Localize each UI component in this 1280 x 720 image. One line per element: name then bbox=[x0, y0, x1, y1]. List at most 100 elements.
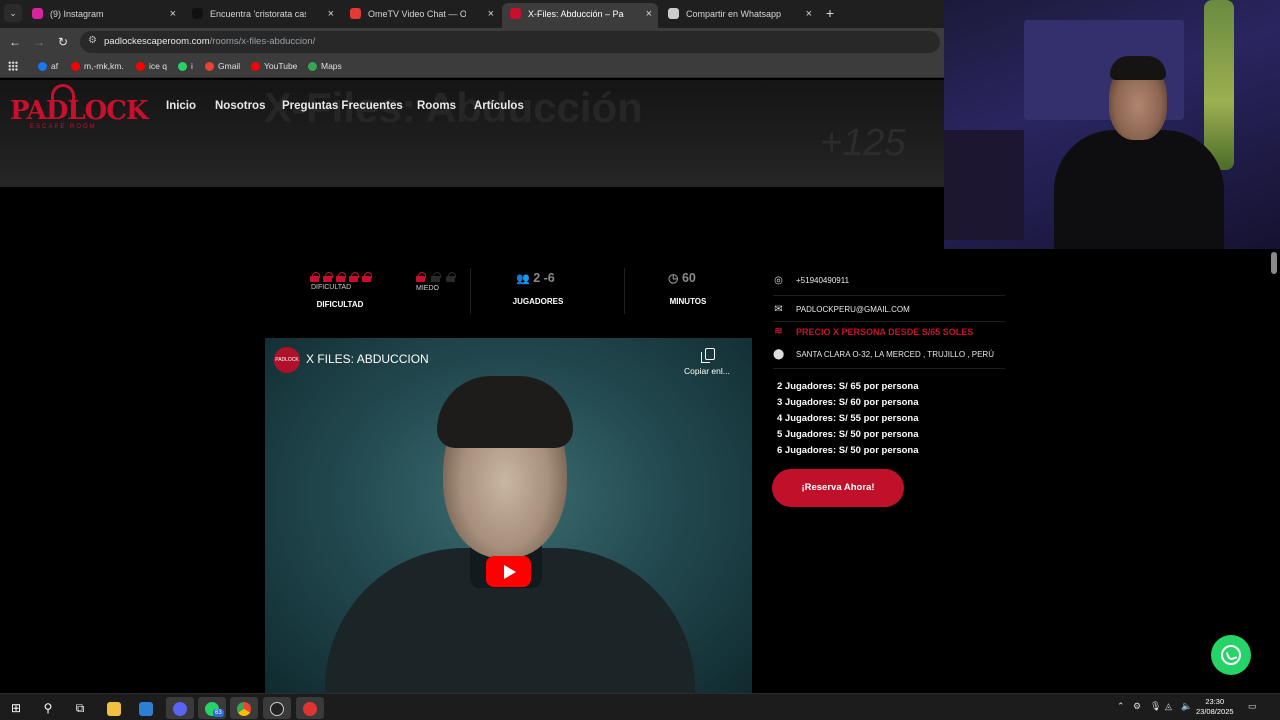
start-button[interactable]: ⊞ bbox=[2, 697, 30, 719]
location-pin-icon: ⬤ bbox=[773, 349, 785, 360]
task-view-icon[interactable]: ⧉ bbox=[66, 697, 94, 719]
video-player[interactable]: PADLOCK X FILES: ABDUCCION Copiar enl... bbox=[265, 338, 752, 693]
reserve-button[interactable]: ¡Reserva Ahora! bbox=[772, 469, 904, 507]
search-icon[interactable]: ⚲ bbox=[34, 697, 62, 719]
browser-tab[interactable]: X-Files: Abducción – Padlock Es × bbox=[502, 3, 658, 28]
browser-tab[interactable]: OmeTV Video Chat — Omegle × bbox=[342, 3, 500, 28]
bookmark-item[interactable]: ice q bbox=[136, 61, 167, 71]
tab-close-icon[interactable]: × bbox=[488, 3, 494, 25]
price-list: 2 Jugadores: S/ 65 por persona 3 Jugadore… bbox=[777, 379, 919, 459]
copy-link-icon[interactable] bbox=[701, 348, 715, 363]
tab-search-button[interactable]: ⌄ bbox=[4, 4, 22, 22]
address-bar[interactable]: ⚙ padlockescaperoom.com/rooms/x-files-ab… bbox=[80, 31, 940, 53]
fear-label: MIEDO bbox=[416, 285, 439, 292]
system-clock[interactable]: 23:30 23/08/2025 bbox=[1196, 697, 1234, 717]
scrollbar-thumb[interactable] bbox=[1271, 252, 1277, 274]
bookmark-item[interactable]: Maps bbox=[308, 61, 342, 71]
play-button[interactable] bbox=[486, 556, 531, 587]
phone-row[interactable]: ◎ +51940490911 bbox=[773, 275, 849, 286]
whatsapp-icon: ◎ bbox=[774, 275, 783, 286]
nav-link[interactable]: Nosotros bbox=[215, 100, 265, 112]
microphone-icon[interactable]: 🎙 bbox=[1150, 701, 1161, 712]
tab-title: OmeTV Video Chat — Omegle bbox=[368, 9, 466, 19]
url-text[interactable]: padlockescaperoom.com/rooms/x-files-abdu… bbox=[104, 36, 315, 47]
whatsapp-taskbar-icon[interactable]: 63 bbox=[198, 697, 226, 719]
chrome-icon[interactable] bbox=[230, 697, 258, 719]
price-item: 6 Jugadores: S/ 50 por persona bbox=[777, 445, 919, 456]
separator bbox=[773, 295, 1005, 296]
video-frame-hair bbox=[437, 376, 573, 448]
minutes-value: ◷ 60 bbox=[668, 271, 696, 285]
tab-close-icon[interactable]: × bbox=[170, 3, 176, 25]
bookmark-item[interactable]: af bbox=[38, 61, 58, 71]
lock-icon bbox=[431, 272, 441, 282]
volume-icon[interactable]: 🔈 bbox=[1181, 701, 1192, 712]
tab-title: X-Files: Abducción – Padlock Es bbox=[528, 9, 624, 19]
bookmark-item[interactable]: m,-mk,km. bbox=[71, 61, 124, 71]
hero-number: +125 bbox=[820, 122, 906, 164]
screen: ⌄ (9) Instagram × Encuentra 'cristorata ca… bbox=[0, 0, 1280, 720]
browser-tab[interactable]: Compartir en Whatsapp × bbox=[660, 3, 818, 28]
separator bbox=[773, 368, 1005, 369]
video-title[interactable]: X FILES: ABDUCCION bbox=[306, 352, 429, 366]
notifications-icon[interactable]: ▭ bbox=[1248, 701, 1257, 712]
lock-icon bbox=[416, 272, 426, 282]
bookmark-item[interactable]: Gmail bbox=[205, 61, 240, 71]
new-tab-button[interactable]: + bbox=[822, 4, 838, 22]
minutes-title: MINUTOS bbox=[669, 297, 707, 306]
lock-icon bbox=[310, 272, 320, 282]
bookmark-item[interactable]: YouTube bbox=[251, 61, 297, 71]
copy-link-label[interactable]: Copiar enl... bbox=[684, 366, 730, 376]
back-button[interactable]: ← bbox=[6, 33, 24, 51]
wifi-icon[interactable]: ◬ bbox=[1165, 701, 1172, 712]
tab-close-icon[interactable]: × bbox=[806, 3, 812, 25]
money-icon: ≋ bbox=[774, 326, 783, 337]
site-info-icon[interactable]: ⚙ bbox=[88, 35, 97, 46]
network-settings-icon[interactable]: ⚙ bbox=[1133, 701, 1141, 712]
bookmark-favicon-icon bbox=[178, 62, 187, 71]
lock-icon bbox=[349, 272, 359, 282]
tab-favicon-icon bbox=[668, 8, 679, 19]
channel-avatar[interactable]: PADLOCK bbox=[274, 347, 300, 373]
price-title-row: ≋ PRECIO X PERSONA DESDE S/65 SOLES bbox=[774, 326, 974, 337]
tab-title: Compartir en Whatsapp bbox=[686, 9, 782, 19]
site-logo[interactable]: PADLOCK ESCAPE ROOM bbox=[10, 82, 149, 134]
obs-icon[interactable] bbox=[263, 697, 291, 719]
nav-link[interactable]: Inicio bbox=[166, 100, 196, 112]
nav-link[interactable]: Preguntas Frecuentes bbox=[282, 100, 403, 112]
lock-icon bbox=[323, 272, 333, 282]
fear-locks bbox=[416, 272, 456, 282]
price-item: 4 Jugadores: S/ 55 por persona bbox=[777, 413, 919, 424]
tab-title: (9) Instagram bbox=[50, 9, 104, 19]
page-scrollbar[interactable] bbox=[1270, 250, 1278, 693]
browser-tab[interactable]: Encuentra 'cristorata casa del te × bbox=[184, 3, 340, 28]
webcam-person-body bbox=[1054, 130, 1224, 249]
store-icon[interactable] bbox=[132, 697, 160, 719]
email-row[interactable]: ✉ PADLOCKPERU@GMAIL.COM bbox=[773, 304, 909, 315]
tab-close-icon[interactable]: × bbox=[646, 3, 652, 25]
hero-banner: X-Files: Abducción +125 PADLOCK ESCAPE R… bbox=[0, 80, 944, 187]
bookmark-item[interactable]: i bbox=[178, 61, 193, 71]
players-value: 👥 2 -6 bbox=[516, 271, 555, 285]
whatsapp-float-button[interactable] bbox=[1211, 635, 1251, 675]
tab-close-icon[interactable]: × bbox=[328, 3, 334, 25]
difficulty-small-label: DIFICULTAD bbox=[311, 284, 352, 291]
nav-link[interactable]: Rooms bbox=[417, 100, 456, 112]
file-explorer-icon[interactable] bbox=[100, 697, 128, 719]
apps-grid-icon[interactable] bbox=[8, 61, 18, 71]
app-icon[interactable] bbox=[296, 697, 324, 719]
bookmark-favicon-icon bbox=[71, 62, 80, 71]
browser-tabstrip: ⌄ (9) Instagram × Encuentra 'cristorata ca… bbox=[0, 0, 944, 28]
webcam-overlay bbox=[944, 0, 1280, 249]
chevron-up-icon[interactable]: ⌃ bbox=[1117, 701, 1125, 712]
tab-favicon-icon bbox=[510, 8, 521, 19]
discord-icon[interactable] bbox=[166, 697, 194, 719]
webcam-person-hair bbox=[1110, 56, 1166, 80]
reload-button[interactable]: ↻ bbox=[54, 33, 72, 51]
users-icon: 👥 bbox=[516, 273, 530, 285]
tab-favicon-icon bbox=[192, 8, 203, 19]
address-row: ⬤ SANTA CLARA O-32, LA MERCED , TRUJILLO … bbox=[773, 349, 994, 360]
browser-tab[interactable]: (9) Instagram × bbox=[24, 3, 182, 28]
forward-button[interactable]: → bbox=[30, 33, 48, 51]
nav-link[interactable]: Artículos bbox=[474, 100, 524, 112]
